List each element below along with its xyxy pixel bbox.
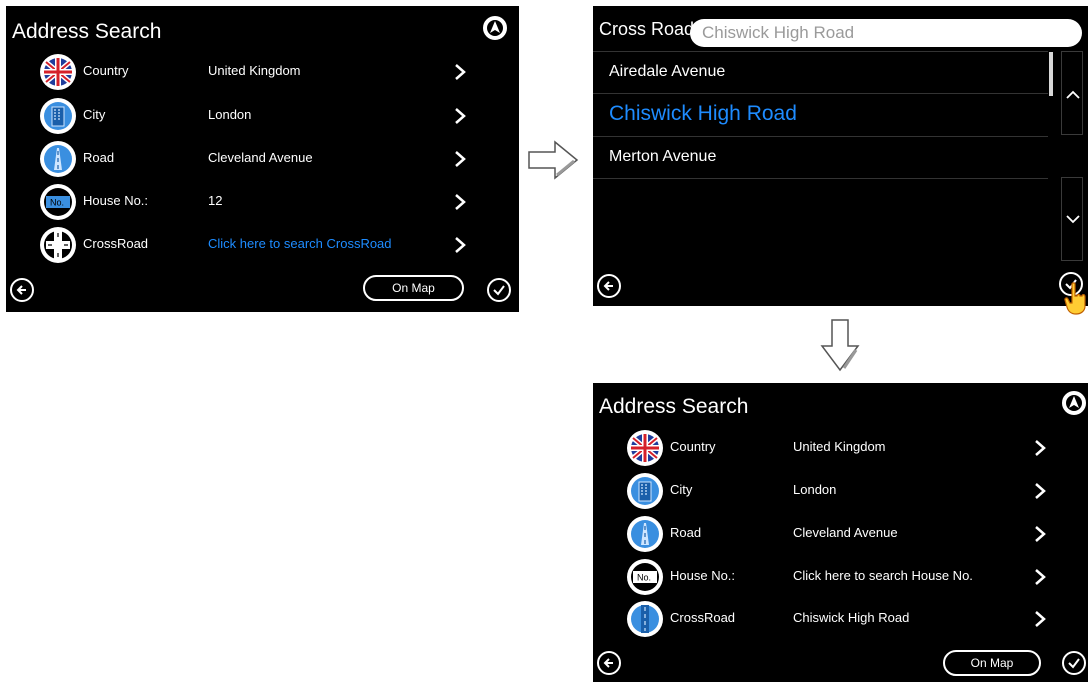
crossroad-icon	[40, 227, 76, 263]
chevron-right-icon	[1035, 440, 1046, 456]
row-value-link[interactable]: Click here to search CrossRoad	[208, 236, 392, 251]
row-value: Cleveland Avenue	[793, 525, 898, 540]
back-button[interactable]	[10, 278, 34, 302]
screen-title: Address Search	[12, 20, 162, 43]
house-number-icon-text: No.	[637, 573, 651, 583]
scroll-up-button[interactable]	[1061, 51, 1083, 135]
screen-title: Address Search	[599, 395, 749, 418]
row-label: House No.:	[83, 193, 149, 208]
arrow-right-icon	[528, 140, 579, 180]
arrow-left-icon	[603, 281, 613, 291]
divider	[593, 93, 1048, 94]
uk-flag-icon	[40, 54, 76, 90]
row-road[interactable]: Road Cleveland Avenue	[593, 512, 1088, 556]
compass-icon[interactable]	[483, 16, 507, 40]
search-input[interactable]: Chiswick High Road	[690, 19, 1082, 47]
arrow-down-icon	[820, 319, 860, 372]
row-label: Country	[83, 63, 129, 78]
row-value: Chiswick High Road	[793, 610, 910, 625]
row-city[interactable]: City London	[6, 94, 519, 138]
row-label: Road	[670, 525, 702, 540]
row-value: United Kingdom	[793, 439, 886, 454]
address-search-screen-after: Address Search Country United Kingdom Ci…	[593, 383, 1088, 682]
house-number-icon-text: No.	[50, 198, 64, 208]
row-value: Cleveland Avenue	[208, 150, 313, 165]
row-city[interactable]: City London	[593, 469, 1088, 513]
chevron-right-icon	[1035, 569, 1046, 585]
row-label: Country	[670, 439, 716, 454]
house-number-icon: No.	[627, 559, 663, 595]
row-country[interactable]: Country United Kingdom	[593, 426, 1088, 470]
chevron-right-icon	[455, 194, 466, 210]
row-house-number[interactable]: No. House No.: 12	[6, 180, 519, 224]
road-icon	[40, 141, 76, 177]
row-road[interactable]: Road Cleveland Avenue	[6, 137, 519, 181]
row-label: Road	[83, 150, 115, 165]
uk-flag-icon	[627, 430, 663, 466]
road-icon	[627, 516, 663, 552]
arrow-left-icon	[603, 658, 613, 668]
row-value: London	[208, 107, 252, 122]
screen-title: Cross Road	[599, 19, 695, 39]
chevron-right-icon	[455, 151, 466, 167]
divider	[593, 178, 1048, 179]
on-map-button[interactable]: On Map	[943, 650, 1041, 676]
house-number-icon: No.	[40, 184, 76, 220]
list-item-selected[interactable]: Chiswick High Road	[609, 102, 1049, 126]
back-button[interactable]	[597, 651, 621, 675]
city-building-icon	[627, 473, 663, 509]
row-value: United Kingdom	[208, 63, 301, 78]
address-search-screen-before: Address Search Country United Kingdom Ci…	[6, 6, 519, 312]
back-button[interactable]	[597, 274, 621, 298]
hand-pointer-icon	[1064, 282, 1086, 315]
chevron-right-icon	[455, 64, 466, 80]
row-label: City	[83, 107, 106, 122]
chevron-down-icon	[1066, 215, 1080, 224]
cross-road-search-screen: Cross Road Chiswick High Road Airedale A…	[593, 6, 1088, 306]
list-item[interactable]: Merton Avenue	[609, 148, 1049, 166]
checkmark-icon	[1068, 658, 1080, 669]
on-map-button[interactable]: On Map	[363, 275, 464, 301]
crossroad-icon	[627, 601, 663, 637]
chevron-up-icon	[1066, 90, 1080, 99]
chevron-right-icon	[455, 237, 466, 253]
divider	[593, 136, 1048, 137]
row-value[interactable]: Click here to search House No.	[793, 568, 973, 583]
divider	[593, 51, 1048, 52]
list-item[interactable]: Airedale Avenue	[609, 63, 1049, 81]
row-country[interactable]: Country United Kingdom	[6, 50, 519, 94]
row-value: 12	[208, 193, 223, 208]
row-label: City	[670, 482, 693, 497]
checkmark-icon	[493, 285, 505, 296]
row-label: House No.:	[670, 568, 736, 583]
row-value: London	[793, 482, 837, 497]
arrow-left-icon	[16, 285, 26, 295]
compass-icon[interactable]	[1062, 391, 1086, 415]
row-crossroad[interactable]: CrossRoad Chiswick High Road	[593, 597, 1088, 641]
chevron-right-icon	[1035, 483, 1046, 499]
row-crossroad[interactable]: CrossRoad Click here to search CrossRoad	[6, 223, 519, 267]
confirm-button[interactable]	[487, 278, 511, 302]
chevron-right-icon	[455, 108, 466, 124]
city-building-icon	[40, 98, 76, 134]
row-label: CrossRoad	[83, 236, 149, 251]
scrollbar-thumb[interactable]	[1049, 52, 1053, 96]
row-label: CrossRoad	[670, 610, 736, 625]
scroll-down-button[interactable]	[1061, 177, 1083, 261]
confirm-button[interactable]	[1062, 651, 1086, 675]
chevron-right-icon	[1035, 526, 1046, 542]
chevron-right-icon	[1035, 611, 1046, 627]
row-house-number[interactable]: No. House No.: Click here to search Hous…	[593, 555, 1088, 599]
